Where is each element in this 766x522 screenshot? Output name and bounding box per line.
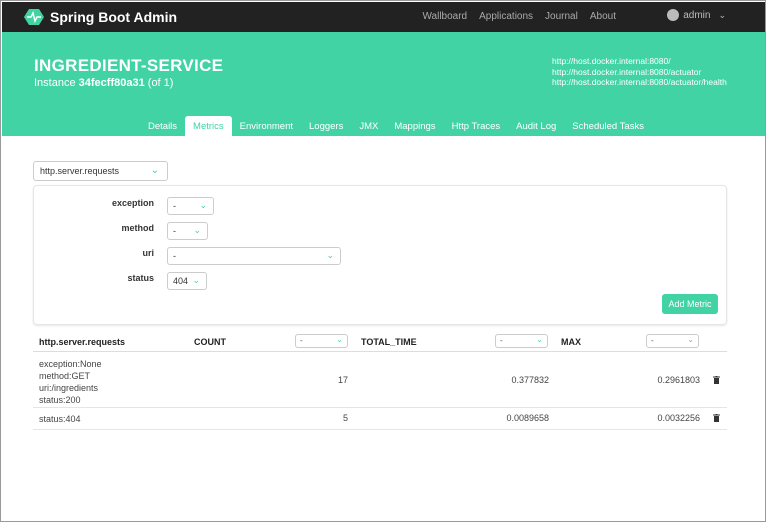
- filter-label-uri: uri: [142, 248, 154, 258]
- chevron-down-icon: ⌄: [326, 250, 334, 260]
- metric-select-value: http.server.requests: [40, 166, 120, 176]
- stat-select-value: -: [651, 336, 654, 345]
- count-value: 5: [342, 413, 348, 423]
- max-value: 0.0032256: [657, 413, 700, 423]
- filter-label-status: status: [127, 273, 154, 283]
- service-header: INGREDIENT-SERVICE Instance 34fecff80a31…: [2, 32, 765, 136]
- max-value: 0.2961803: [657, 375, 700, 385]
- stat-select-value: -: [300, 336, 303, 345]
- chevron-down-icon: ⌄: [336, 335, 343, 344]
- tag-filter-panel: exception - ⌄ method - ⌄ uri - ⌄ status …: [33, 185, 727, 325]
- trash-icon[interactable]: [713, 376, 720, 384]
- instance-tabs: Details Metrics Environment Loggers JMX …: [140, 116, 652, 136]
- tab-http-traces[interactable]: Http Traces: [444, 116, 509, 136]
- tag: method:GET: [39, 371, 91, 381]
- nav-journal[interactable]: Journal: [545, 11, 578, 22]
- tab-scheduled-tasks[interactable]: Scheduled Tasks: [564, 116, 652, 136]
- row-tags: exception:None method:GET uri:/ingredien…: [39, 358, 102, 406]
- brand-name: Spring Boot Admin: [50, 9, 178, 25]
- tab-metrics[interactable]: Metrics: [185, 116, 232, 136]
- filter-label-method: method: [121, 223, 155, 233]
- app-window: Spring Boot Admin Wallboard Applications…: [0, 0, 766, 522]
- add-metric-button[interactable]: Add Metric: [662, 294, 718, 314]
- count-stat-select[interactable]: - ⌄: [295, 334, 348, 348]
- tab-mappings[interactable]: Mappings: [386, 116, 443, 136]
- chevron-down-icon: ⌄: [150, 165, 159, 176]
- metric-name-header: http.server.requests: [39, 337, 126, 347]
- url-link[interactable]: http://host.docker.internal:8080/: [552, 56, 727, 67]
- table-row: status:404 5 0.0089658 0.0032256: [33, 408, 727, 430]
- instance-prefix: Instance: [34, 77, 76, 89]
- filter-label-exception: exception: [111, 198, 154, 208]
- chevron-down-icon: ⌄: [536, 335, 543, 344]
- chevron-down-icon: ⌄: [192, 275, 200, 285]
- filter-value: -: [173, 251, 176, 261]
- user-menu[interactable]: admin ⌄: [667, 9, 726, 21]
- service-name: INGREDIENT-SERVICE: [34, 56, 224, 75]
- filter-select-status[interactable]: 404 ⌄: [167, 272, 207, 290]
- tag: exception:None: [39, 359, 102, 369]
- metric-select[interactable]: http.server.requests ⌄: [33, 161, 168, 181]
- chevron-down-icon: ⌄: [687, 335, 694, 344]
- column-header-max: MAX: [561, 337, 581, 347]
- user-name: admin: [683, 9, 711, 21]
- metrics-table: http.server.requests COUNT - ⌄ TOTAL_TIM…: [33, 331, 727, 430]
- tag: uri:/ingredients: [39, 383, 99, 393]
- service-urls: http://host.docker.internal:8080/ http:/…: [552, 56, 727, 88]
- top-nav-links: Wallboard Applications Journal About: [410, 11, 616, 22]
- brand[interactable]: Spring Boot Admin: [24, 8, 177, 26]
- user-icon: [667, 9, 680, 21]
- column-header-count: COUNT: [194, 337, 226, 347]
- tab-loggers[interactable]: Loggers: [301, 116, 351, 136]
- filter-value: -: [173, 226, 176, 236]
- max-stat-select[interactable]: - ⌄: [646, 334, 699, 348]
- row-tags: status:404: [39, 413, 81, 425]
- filter-select-exception[interactable]: - ⌄: [167, 197, 214, 215]
- url-link[interactable]: http://host.docker.internal:8080/actuato…: [552, 67, 727, 78]
- tab-details[interactable]: Details: [140, 116, 185, 136]
- total-time-stat-select[interactable]: - ⌄: [495, 334, 548, 348]
- table-row: exception:None method:GET uri:/ingredien…: [33, 352, 727, 408]
- spring-boot-admin-logo-icon: [24, 9, 44, 25]
- nav-wallboard[interactable]: Wallboard: [422, 11, 467, 22]
- total-time-value: 0.377832: [511, 375, 549, 385]
- instance-id: 34fecff80a31: [78, 77, 145, 89]
- chevron-down-icon: ⌄: [718, 9, 726, 20]
- instance-count: (of 1): [147, 77, 174, 89]
- instance-info: Instance 34fecff80a31 (of 1): [34, 77, 173, 89]
- filter-select-method[interactable]: - ⌄: [167, 222, 208, 240]
- trash-icon[interactable]: [713, 414, 720, 422]
- tab-environment[interactable]: Environment: [232, 116, 301, 136]
- total-time-value: 0.0089658: [506, 413, 549, 423]
- chevron-down-icon: ⌄: [193, 225, 201, 235]
- tab-audit-log[interactable]: Audit Log: [508, 116, 564, 136]
- chevron-down-icon: ⌄: [199, 200, 207, 210]
- tag: status:200: [39, 395, 81, 405]
- filter-value: -: [173, 201, 176, 211]
- nav-about[interactable]: About: [590, 11, 616, 22]
- count-value: 17: [337, 375, 348, 385]
- table-header: http.server.requests COUNT - ⌄ TOTAL_TIM…: [33, 331, 727, 352]
- column-header-total-time: TOTAL_TIME: [361, 337, 417, 347]
- tag: status:404: [39, 414, 81, 424]
- filter-select-uri[interactable]: - ⌄: [167, 247, 341, 265]
- nav-applications[interactable]: Applications: [479, 11, 533, 22]
- tab-jmx[interactable]: JMX: [351, 116, 386, 136]
- top-navbar: Spring Boot Admin Wallboard Applications…: [2, 2, 765, 32]
- url-link[interactable]: http://host.docker.internal:8080/actuato…: [552, 77, 727, 88]
- stat-select-value: -: [500, 336, 503, 345]
- filter-value: 404: [173, 276, 189, 286]
